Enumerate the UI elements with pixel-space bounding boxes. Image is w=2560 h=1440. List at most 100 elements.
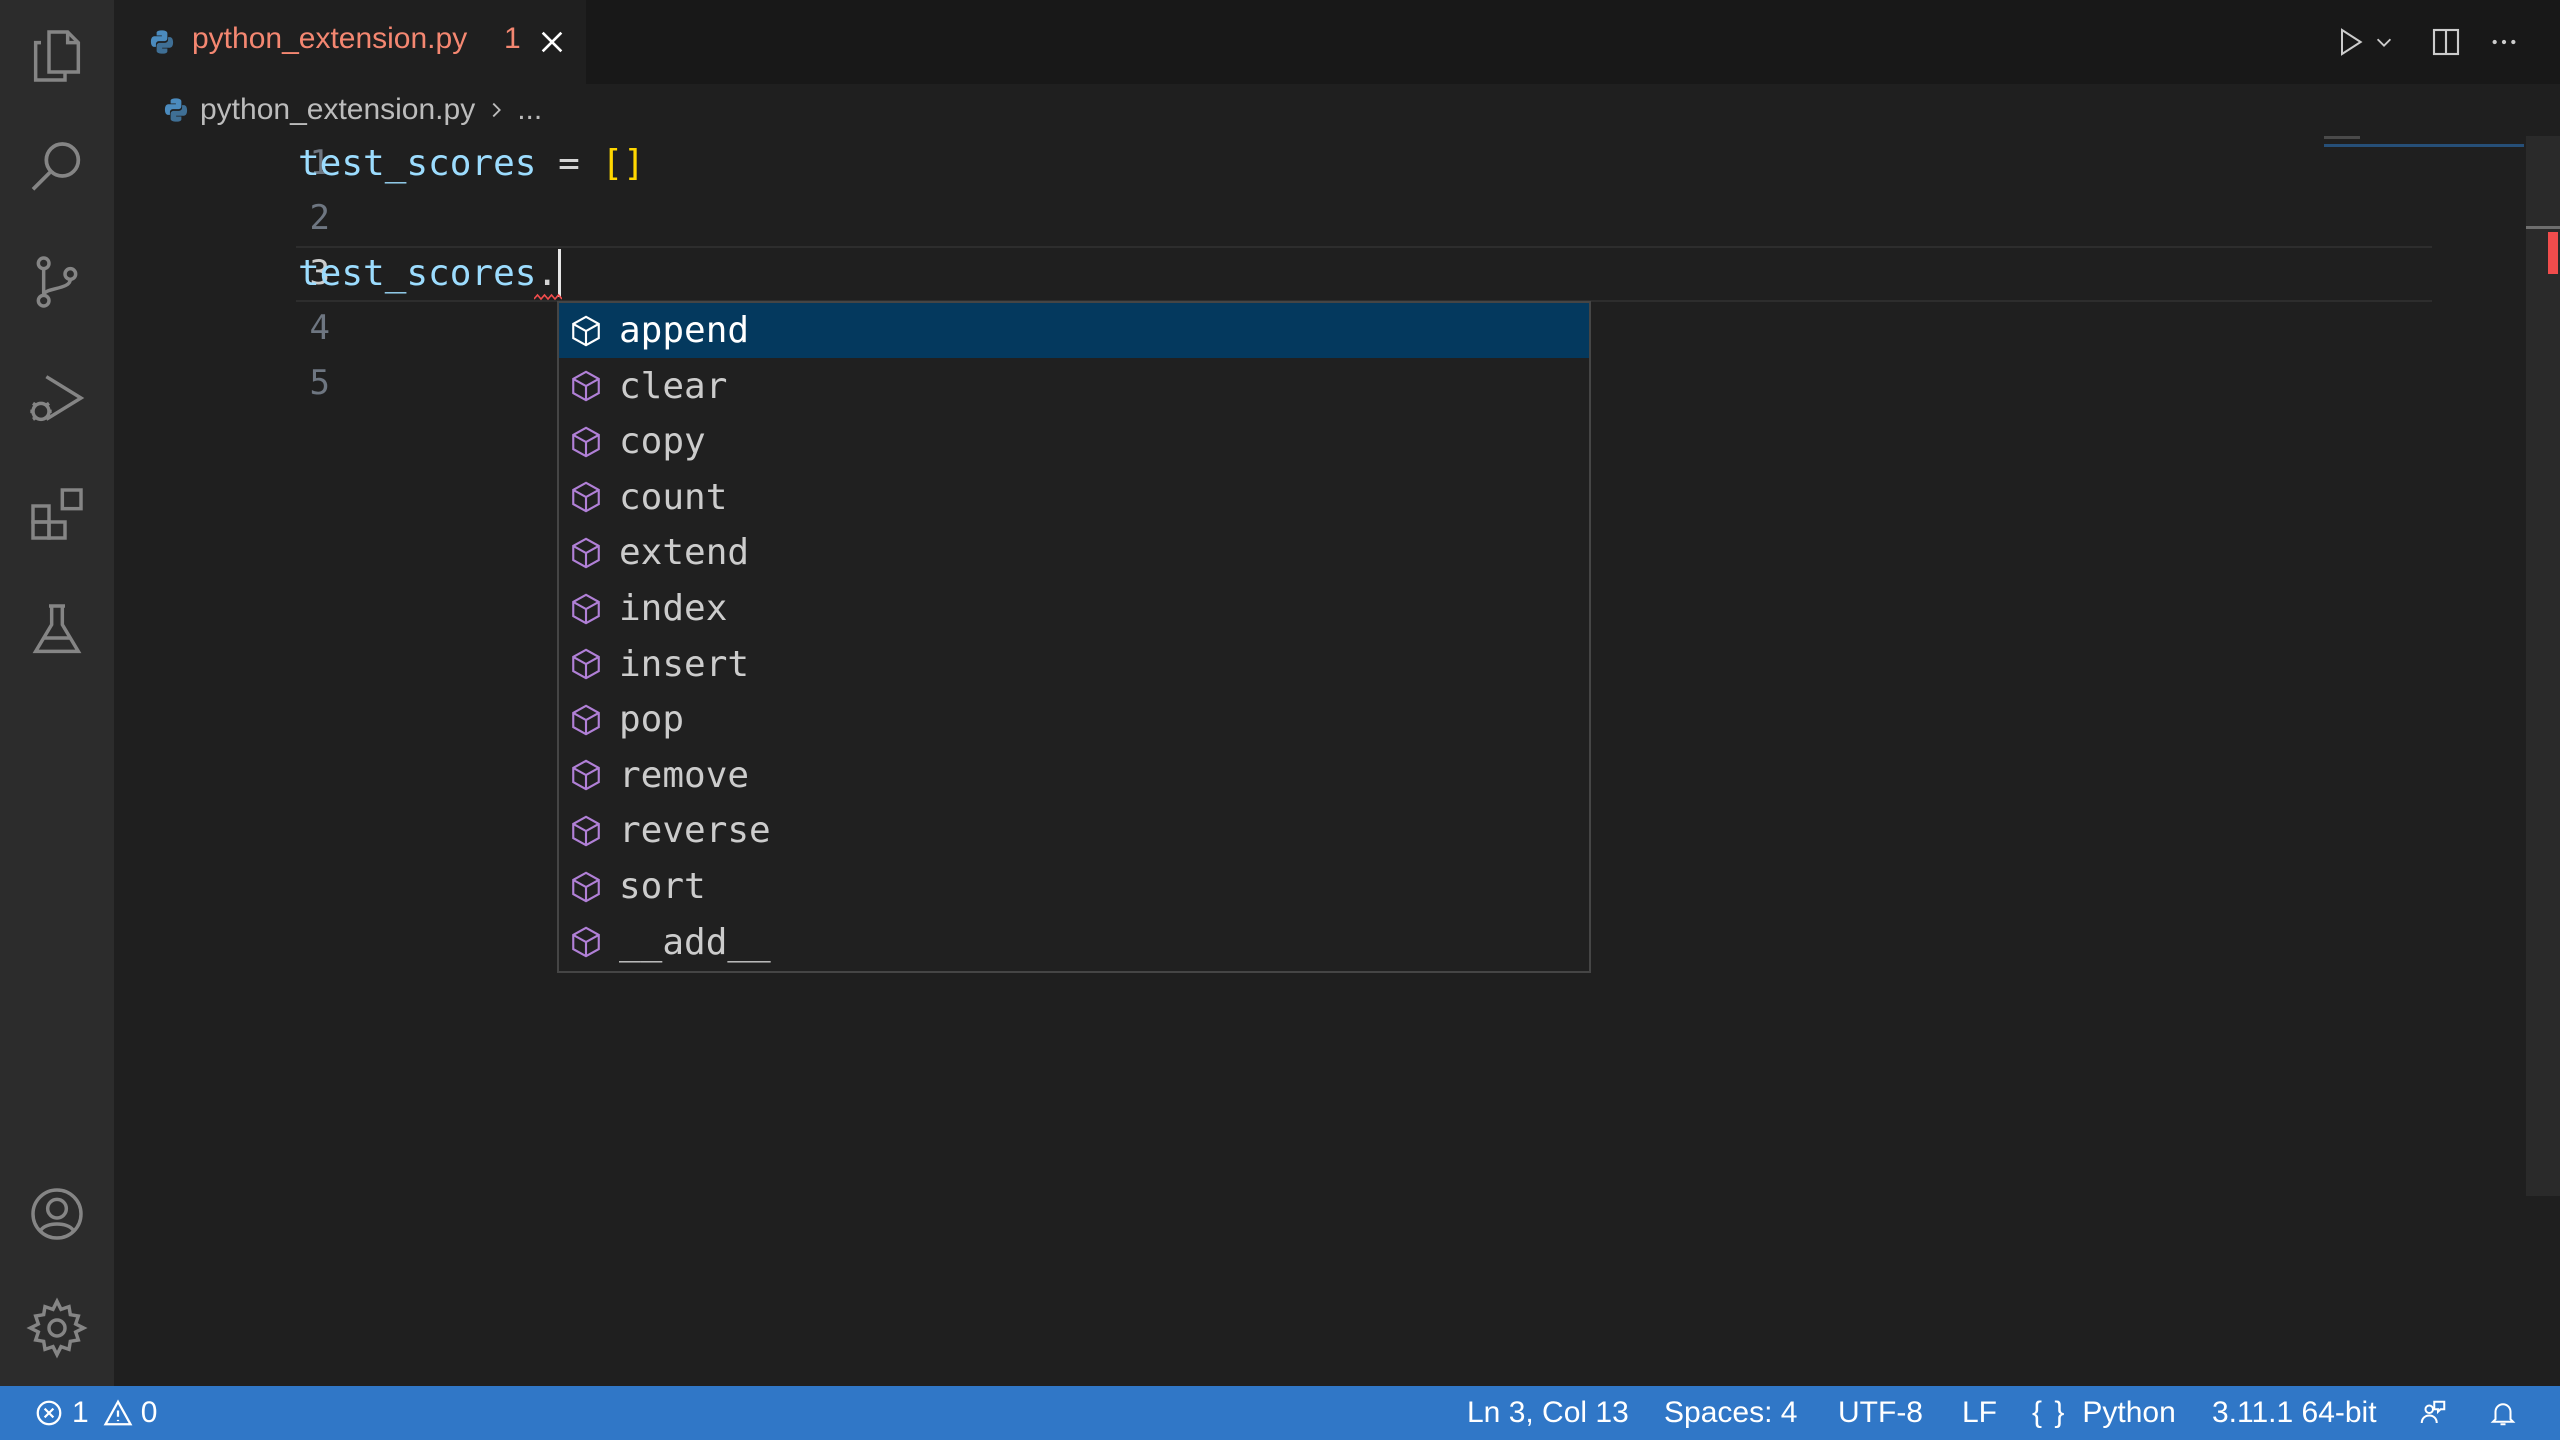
code-line-1: test_scores = [] bbox=[298, 136, 645, 191]
python-interpreter[interactable]: 3.11.1 64-bit bbox=[2212, 1386, 2377, 1440]
breadcrumb: python_extension.py ... bbox=[162, 88, 542, 132]
problems-status[interactable]: 1 0 bbox=[34, 1386, 157, 1440]
encoding-status[interactable]: UTF-8 bbox=[1838, 1386, 1923, 1440]
suggestion-label: clear bbox=[619, 365, 728, 407]
suggestion-label: index bbox=[619, 588, 728, 629]
warning-count: 0 bbox=[140, 1396, 158, 1429]
run-python-file-button[interactable] bbox=[2326, 18, 2374, 66]
suggestion-item[interactable]: reverse bbox=[559, 803, 1589, 858]
suggestion-item[interactable]: extend bbox=[559, 525, 1589, 580]
scrollbar-cursor-marker bbox=[2526, 226, 2560, 229]
suggestion-item[interactable]: remove bbox=[559, 748, 1589, 803]
tab-bar: python_extension.py 1 bbox=[114, 0, 2560, 84]
method-cube-icon bbox=[572, 593, 600, 624]
activity-bar bbox=[0, 0, 114, 1386]
method-cube-icon bbox=[572, 815, 600, 847]
scrollbar-error-marker bbox=[2548, 232, 2558, 274]
eol-status[interactable]: LF bbox=[1962, 1386, 1997, 1440]
suggestion-label: pop bbox=[619, 699, 685, 741]
method-cube-icon bbox=[572, 926, 600, 958]
code-line-3: test_scores. bbox=[298, 246, 558, 301]
scrollbar-thumb[interactable] bbox=[2526, 136, 2560, 1196]
suggestion-item[interactable]: pop bbox=[559, 692, 1589, 747]
method-cube-icon bbox=[572, 537, 600, 569]
suggestion-label: __add__ bbox=[619, 921, 771, 963]
breadcrumb-symbols[interactable]: ... bbox=[517, 93, 542, 127]
method-cube-icon bbox=[572, 871, 600, 902]
text-cursor bbox=[558, 249, 561, 297]
method-cube-icon bbox=[572, 426, 600, 458]
suggestion-item[interactable]: clear bbox=[559, 359, 1589, 414]
braces-icon: { } bbox=[2032, 1396, 2067, 1429]
breadcrumb-file[interactable]: python_extension.py bbox=[200, 93, 475, 127]
suggestion-label: extend bbox=[619, 532, 750, 574]
suggestion-item[interactable]: append bbox=[559, 303, 1589, 358]
error-squiggle bbox=[534, 293, 562, 301]
manage-gear-icon[interactable] bbox=[0, 1276, 114, 1380]
suggestion-label: reverse bbox=[619, 810, 771, 852]
run-options-dropdown[interactable] bbox=[2370, 18, 2398, 66]
indentation-status[interactable]: Spaces: 4 bbox=[1664, 1386, 1797, 1440]
minimap-code-line bbox=[2324, 136, 2360, 139]
suggestion-label: copy bbox=[619, 421, 706, 463]
split-editor-icon bbox=[2432, 28, 2460, 56]
line-number: 4 bbox=[309, 308, 330, 348]
tab-python-extension[interactable]: python_extension.py 1 bbox=[114, 0, 586, 84]
error-count: 1 bbox=[72, 1396, 89, 1429]
method-cube-icon bbox=[572, 648, 600, 680]
method-cube-icon bbox=[572, 481, 600, 513]
status-bar: 1 0 Ln 3, Col 13 Spaces: 4 UTF-8 LF { } … bbox=[0, 1386, 2560, 1440]
suggestion-item[interactable]: __add__ bbox=[559, 915, 1589, 970]
ellipsis-icon bbox=[2492, 39, 2516, 45]
close-icon[interactable] bbox=[536, 26, 568, 58]
language-mode[interactable]: { } Python bbox=[2032, 1386, 2176, 1440]
feedback-icon bbox=[2420, 1400, 2446, 1424]
line-number: 2 bbox=[309, 198, 330, 238]
language-label: Python bbox=[2082, 1396, 2176, 1429]
method-cube-icon bbox=[572, 315, 600, 346]
tab-problem-count: 1 bbox=[504, 22, 521, 55]
suggestion-label: sort bbox=[619, 866, 706, 907]
suggest-widget: append clear copy count extend index insert pop… bbox=[557, 301, 1591, 973]
minimap-current-line bbox=[2324, 144, 2524, 147]
suggestion-item[interactable]: sort bbox=[559, 859, 1589, 914]
editor-actions bbox=[2326, 18, 2528, 66]
code-operator: . bbox=[536, 253, 559, 294]
testing-icon[interactable] bbox=[0, 578, 114, 682]
suggestion-label: remove bbox=[619, 754, 750, 796]
suggestion-item[interactable]: count bbox=[559, 470, 1589, 525]
method-cube-icon bbox=[572, 704, 600, 736]
suggestion-label: append bbox=[619, 310, 750, 351]
python-file-icon bbox=[164, 98, 188, 122]
suggestion-label: insert bbox=[619, 643, 750, 685]
current-line-highlight bbox=[296, 246, 2432, 302]
suggestion-item[interactable]: index bbox=[559, 581, 1589, 636]
suggestion-item[interactable]: copy bbox=[559, 414, 1589, 469]
line-number: 5 bbox=[309, 363, 330, 403]
bell-icon bbox=[2490, 1403, 2516, 1426]
code-variable: test_scores bbox=[298, 143, 537, 184]
suggestion-item[interactable]: insert bbox=[559, 637, 1589, 692]
tab-label: python_extension.py bbox=[192, 22, 468, 55]
python-file-icon bbox=[150, 30, 174, 54]
error-icon bbox=[36, 1400, 62, 1426]
run-debug-icon[interactable] bbox=[0, 346, 114, 450]
more-actions-button[interactable] bbox=[2480, 18, 2528, 66]
source-control-icon[interactable] bbox=[0, 230, 114, 334]
explorer-icon[interactable] bbox=[0, 4, 114, 108]
code-list-literal: [] bbox=[601, 143, 645, 184]
play-icon bbox=[2341, 28, 2363, 56]
accounts-icon[interactable] bbox=[0, 1162, 114, 1266]
feedback-button[interactable] bbox=[2418, 1386, 2448, 1440]
code-variable: test_scores bbox=[298, 253, 537, 294]
search-icon[interactable] bbox=[0, 116, 114, 220]
chevron-down-icon bbox=[2376, 38, 2392, 47]
warning-icon bbox=[103, 1399, 133, 1426]
split-editor-button[interactable] bbox=[2422, 18, 2470, 66]
extensions-icon[interactable] bbox=[0, 462, 114, 566]
method-cube-icon bbox=[572, 370, 600, 402]
chevron-right-icon bbox=[492, 102, 502, 118]
notifications-button[interactable] bbox=[2488, 1386, 2518, 1440]
cursor-position[interactable]: Ln 3, Col 13 bbox=[1467, 1386, 1629, 1440]
suggestion-label: count bbox=[619, 476, 728, 518]
